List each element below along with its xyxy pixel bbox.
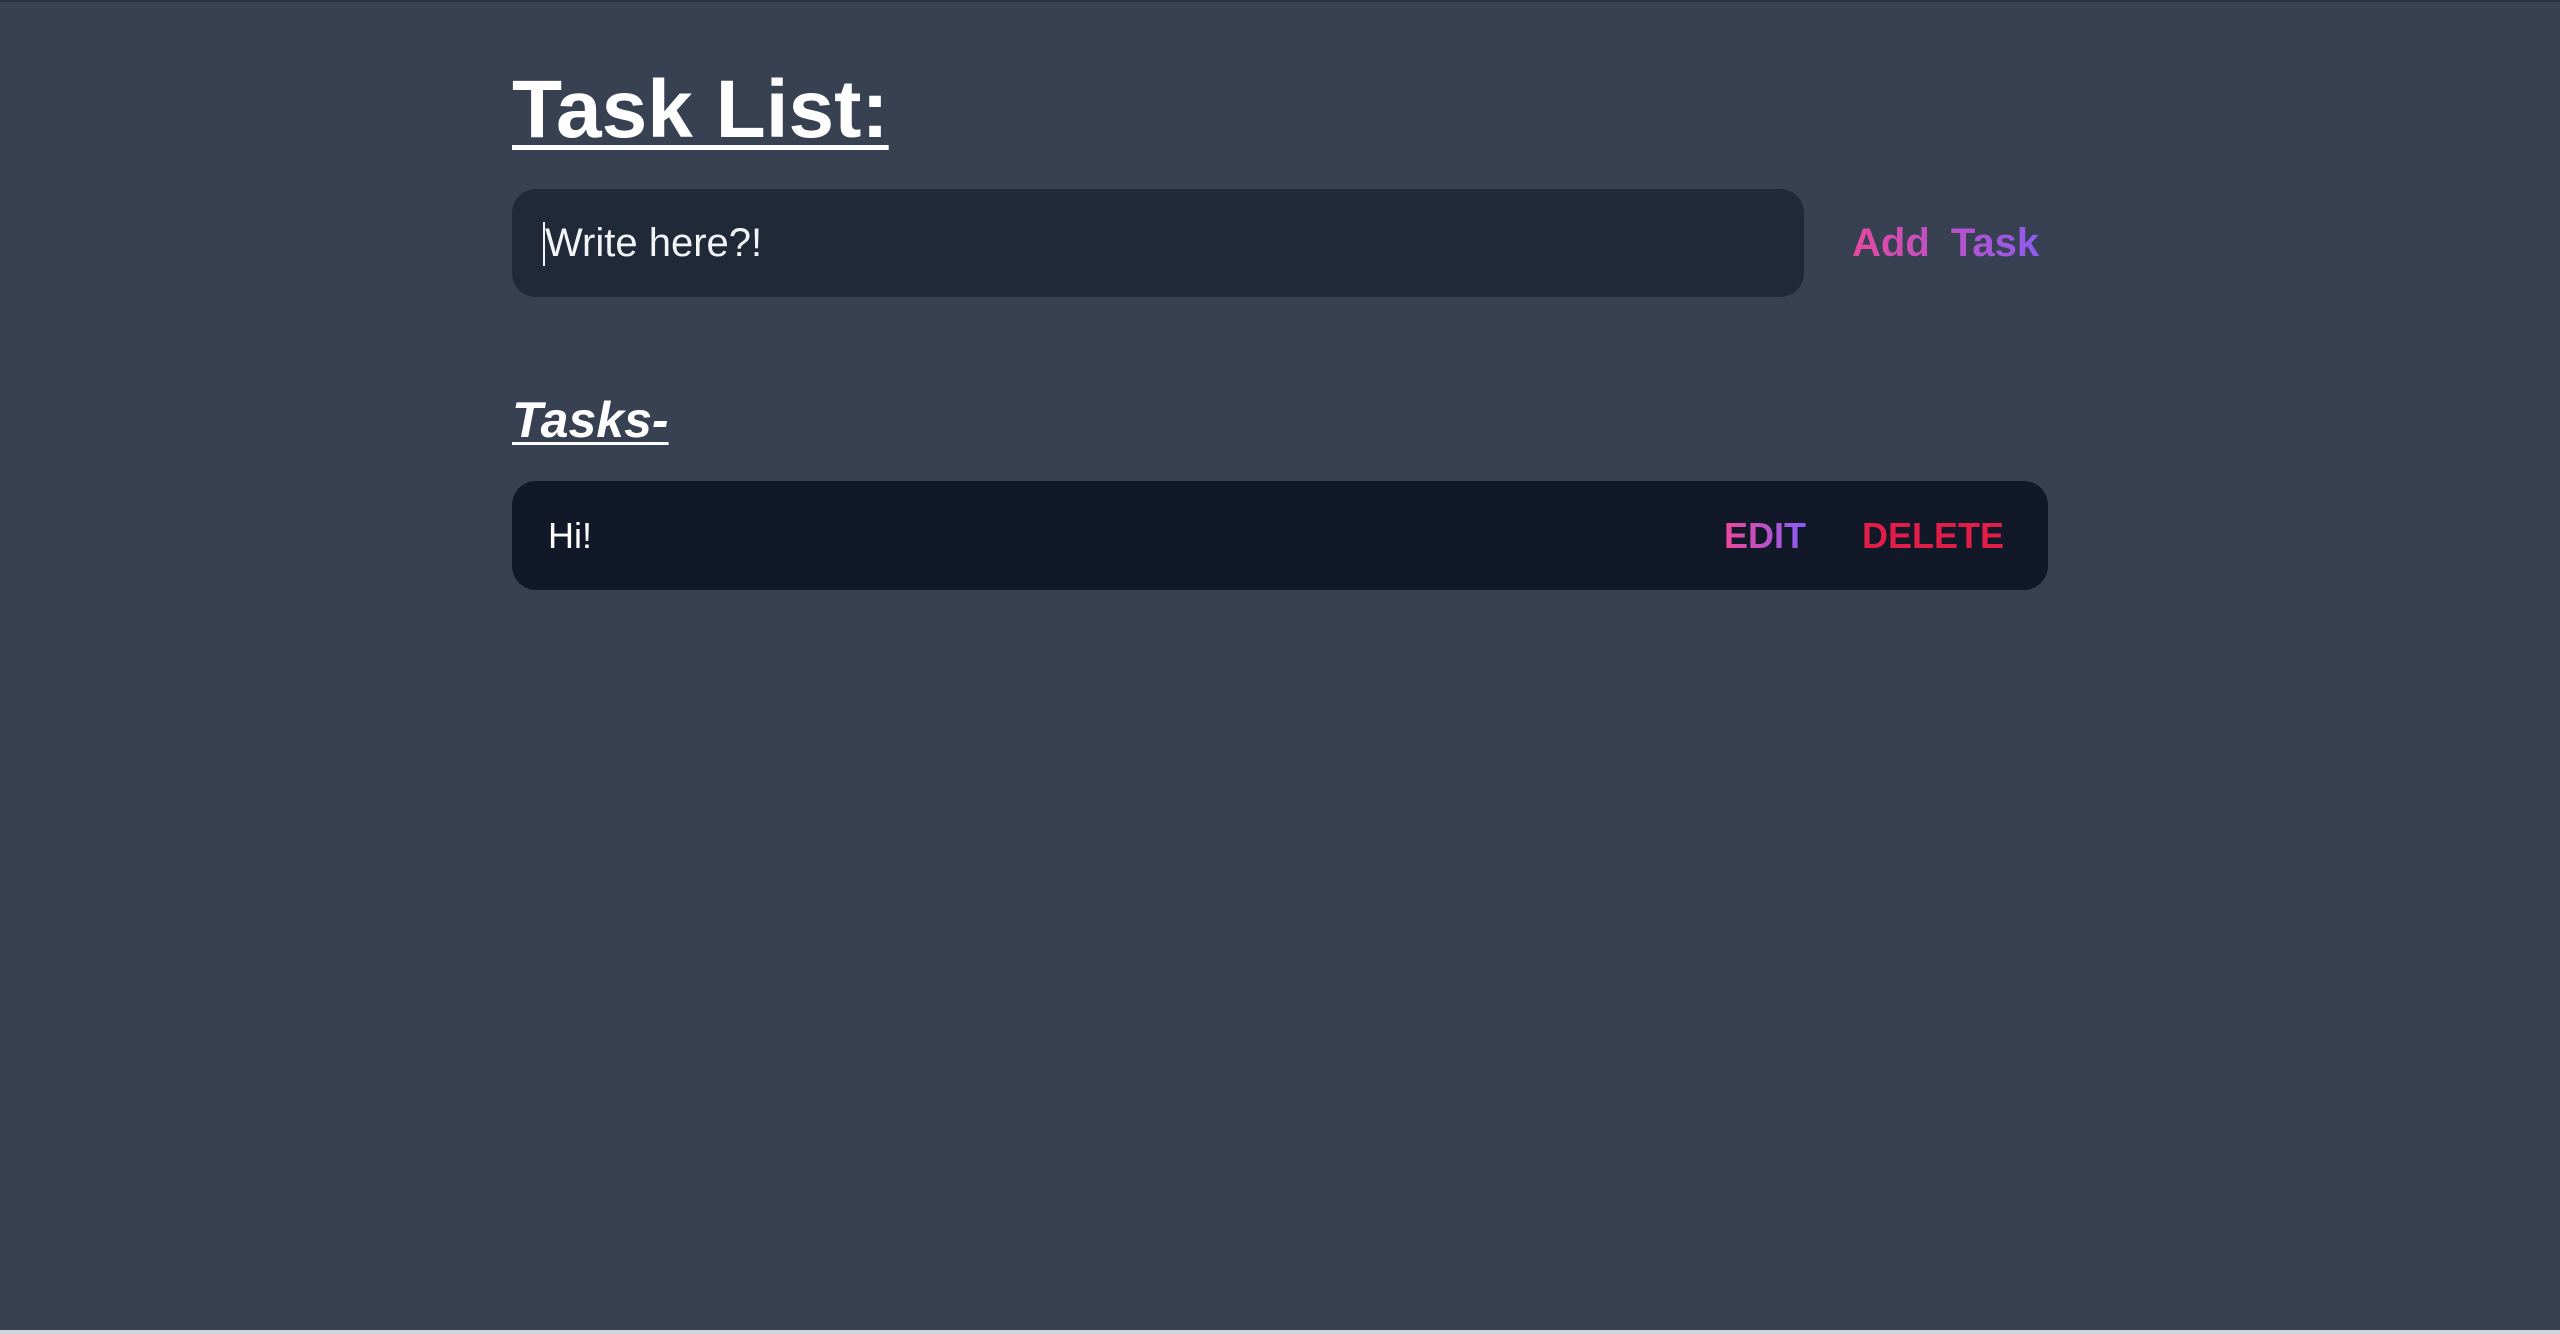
add-task-button[interactable]: Add Task bbox=[1840, 189, 2051, 297]
delete-button[interactable]: DELETE bbox=[1862, 481, 2004, 590]
task-input[interactable] bbox=[512, 189, 1804, 297]
task-item: Hi! EDIT DELETE bbox=[512, 481, 2048, 590]
text-caret bbox=[543, 222, 545, 266]
bottom-border bbox=[0, 1330, 2560, 1334]
edit-button[interactable]: EDIT bbox=[1724, 481, 1806, 590]
task-text: Hi! bbox=[548, 515, 592, 556]
page-title: Task List: bbox=[512, 64, 889, 155]
tasks-heading: Tasks- bbox=[512, 392, 669, 448]
top-border bbox=[0, 0, 2560, 2]
